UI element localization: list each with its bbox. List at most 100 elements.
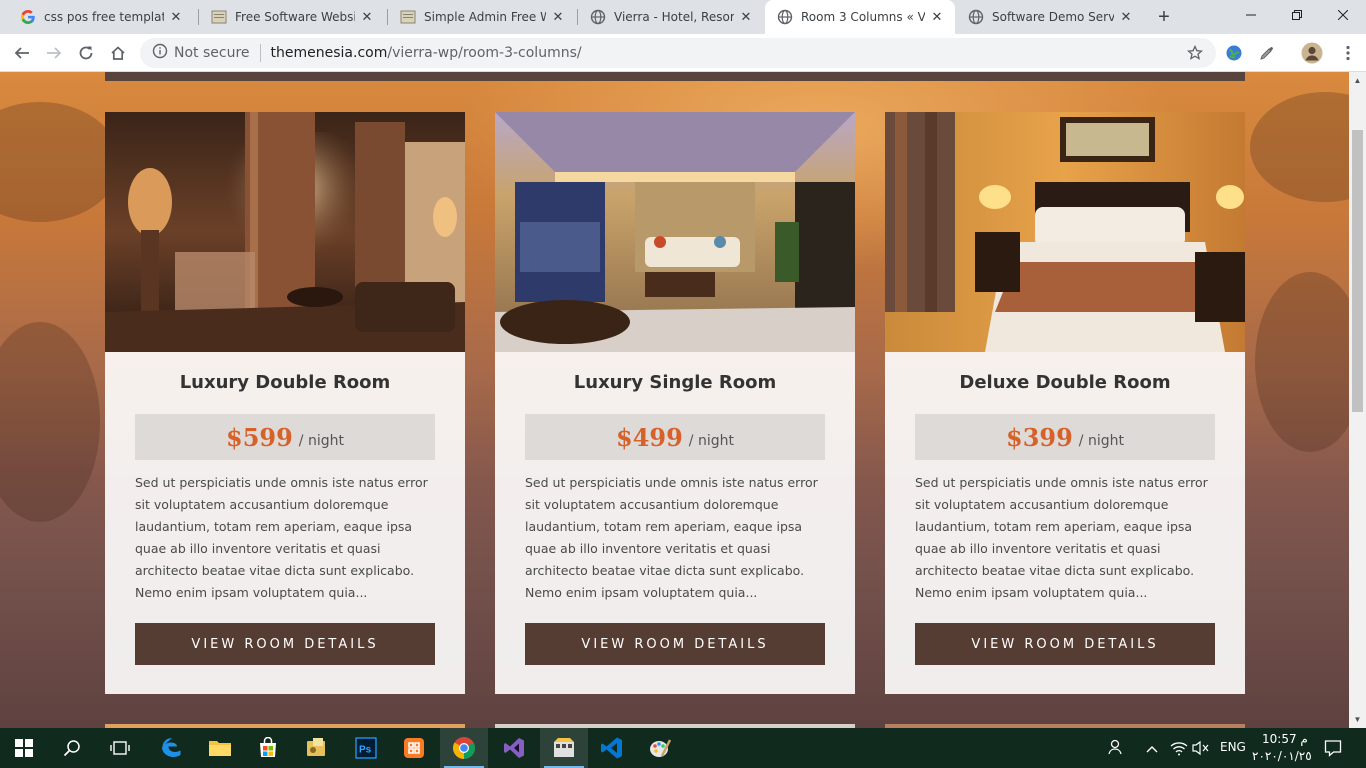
close-icon[interactable]: ✕ bbox=[738, 9, 754, 25]
url-path: /vierra-wp/room-3-columns/ bbox=[387, 45, 582, 61]
restore-button[interactable] bbox=[1274, 0, 1320, 30]
room-card: Deluxe Double Room $399 / night Sed ut p… bbox=[885, 112, 1245, 694]
eyedropper-icon[interactable] bbox=[1255, 41, 1279, 65]
photoshop-icon[interactable]: Ps bbox=[342, 728, 390, 768]
task-view-icon[interactable] bbox=[96, 728, 144, 768]
price-box: $499 / night bbox=[525, 414, 825, 460]
browser-tab[interactable]: Software Demo Server - ✕ bbox=[956, 0, 1144, 34]
scrollbar-thumb[interactable] bbox=[1352, 130, 1363, 412]
file-explorer-icon[interactable] bbox=[196, 728, 244, 768]
address-bar[interactable]: Not secure themenesia.com/vierra-wp/room… bbox=[140, 38, 1216, 68]
app-icon[interactable] bbox=[292, 728, 340, 768]
tab-label: Free Software Website T bbox=[235, 10, 355, 24]
close-icon[interactable]: ✕ bbox=[359, 9, 375, 25]
security-label[interactable]: Not secure bbox=[174, 45, 250, 61]
tab-label: Room 3 Columns « Vier bbox=[801, 10, 925, 24]
globe-icon bbox=[777, 9, 793, 25]
room-title[interactable]: Luxury Single Room bbox=[495, 372, 855, 393]
browser-tab-bar: css pos free templates - ✕ Free Software… bbox=[0, 0, 1366, 34]
google-icon bbox=[20, 9, 36, 25]
browser-tab[interactable]: css pos free templates - ✕ bbox=[8, 0, 194, 34]
tab-label: Software Demo Server - bbox=[992, 10, 1114, 24]
search-icon[interactable] bbox=[48, 728, 96, 768]
clock-date[interactable]: ٢٠٢٠/٠١/٢٥ bbox=[1252, 749, 1312, 763]
vertical-scrollbar[interactable]: ▲ ▼ bbox=[1349, 72, 1366, 728]
info-icon[interactable] bbox=[152, 43, 168, 64]
scroll-up-arrow-icon[interactable]: ▲ bbox=[1349, 72, 1366, 89]
extension-globe-icon[interactable] bbox=[1222, 41, 1246, 65]
visual-studio-icon[interactable] bbox=[490, 728, 538, 768]
browser-tab[interactable]: Free Software Website T ✕ bbox=[199, 0, 385, 34]
view-room-details-button[interactable]: VIEW ROOM DETAILS bbox=[525, 623, 825, 665]
price-amount: $399 bbox=[1006, 422, 1073, 452]
store-icon[interactable] bbox=[244, 728, 292, 768]
edge-icon[interactable] bbox=[148, 728, 196, 768]
room-card: Luxury Double Room $599 / night Sed ut p… bbox=[105, 112, 465, 694]
chevron-up-icon[interactable] bbox=[1146, 741, 1158, 759]
wifi-icon[interactable] bbox=[1170, 740, 1188, 761]
room-title[interactable]: Luxury Double Room bbox=[105, 372, 465, 393]
speaker-muted-icon[interactable] bbox=[1192, 740, 1210, 761]
page-icon bbox=[400, 9, 416, 25]
globe-icon bbox=[590, 9, 606, 25]
price-unit: / night bbox=[688, 433, 734, 449]
scroll-down-arrow-icon[interactable]: ▼ bbox=[1349, 711, 1366, 728]
tab-label: css pos free templates - bbox=[44, 10, 164, 24]
view-room-details-button[interactable]: VIEW ROOM DETAILS bbox=[135, 623, 435, 665]
globe-icon bbox=[968, 9, 984, 25]
room-description: Sed ut perspiciatis unde omnis iste natu… bbox=[915, 475, 1208, 600]
price-unit: / night bbox=[1078, 433, 1124, 449]
people-icon[interactable] bbox=[1108, 738, 1126, 761]
menu-kebab-icon[interactable] bbox=[1336, 41, 1360, 65]
back-button[interactable] bbox=[10, 41, 34, 65]
room-photo-suite[interactable] bbox=[495, 112, 855, 352]
room-photo-lobby[interactable] bbox=[105, 112, 465, 352]
profile-avatar[interactable] bbox=[1300, 41, 1324, 65]
room-photo-bedroom[interactable] bbox=[885, 112, 1245, 352]
page-viewport: Luxury Double Room $599 / night Sed ut p… bbox=[0, 72, 1366, 728]
page-icon bbox=[211, 9, 227, 25]
bookmark-star-icon[interactable] bbox=[1183, 41, 1207, 65]
vscode-icon[interactable] bbox=[588, 728, 636, 768]
room-description: Sed ut perspiciatis unde omnis iste natu… bbox=[135, 475, 428, 600]
header-bar bbox=[105, 72, 1245, 81]
reload-button[interactable] bbox=[74, 41, 98, 65]
home-button[interactable] bbox=[106, 41, 130, 65]
url-domain: themenesia.com bbox=[270, 45, 388, 61]
close-icon[interactable]: ✕ bbox=[1118, 9, 1134, 25]
divider bbox=[259, 44, 261, 62]
browser-tab[interactable]: Simple Admin Free Web ✕ bbox=[388, 0, 576, 34]
browser-toolbar: Not secure themenesia.com/vierra-wp/room… bbox=[0, 34, 1366, 72]
paint-icon[interactable] bbox=[636, 728, 684, 768]
price-box: $399 / night bbox=[915, 414, 1215, 460]
app-icon[interactable] bbox=[540, 728, 588, 768]
room-description: Sed ut perspiciatis unde omnis iste natu… bbox=[525, 475, 818, 600]
close-icon[interactable]: ✕ bbox=[168, 9, 184, 25]
chrome-icon[interactable] bbox=[440, 728, 488, 768]
clock-time[interactable]: 10:57 م bbox=[1262, 732, 1308, 746]
forward-button[interactable] bbox=[42, 41, 66, 65]
room-card: Luxury Single Room $499 / night Sed ut p… bbox=[495, 112, 855, 694]
tab-label: Simple Admin Free Web bbox=[424, 10, 546, 24]
price-unit: / night bbox=[298, 433, 344, 449]
notification-icon[interactable] bbox=[1324, 739, 1342, 762]
price-amount: $499 bbox=[616, 422, 683, 452]
language-indicator[interactable]: ENG bbox=[1220, 740, 1246, 754]
xampp-icon[interactable] bbox=[390, 728, 438, 768]
new-tab-button[interactable]: + bbox=[1152, 5, 1176, 29]
close-icon[interactable]: ✕ bbox=[929, 9, 945, 25]
price-amount: $599 bbox=[226, 422, 293, 452]
windows-taskbar: Ps ENG 10:57 م ٢٠٢٠/٠١/٢٥ bbox=[0, 728, 1366, 768]
browser-tab-active[interactable]: Room 3 Columns « Vier ✕ bbox=[765, 0, 955, 34]
start-button[interactable] bbox=[0, 728, 48, 768]
svg-text:Ps: Ps bbox=[359, 745, 372, 756]
minimize-button[interactable] bbox=[1228, 0, 1274, 30]
url-text[interactable]: themenesia.com/vierra-wp/room-3-columns/ bbox=[271, 45, 582, 61]
close-window-button[interactable] bbox=[1320, 0, 1366, 30]
close-icon[interactable]: ✕ bbox=[550, 9, 566, 25]
browser-tab[interactable]: Vierra - Hotel, Resort, In ✕ bbox=[578, 0, 764, 34]
price-box: $599 / night bbox=[135, 414, 435, 460]
view-room-details-button[interactable]: VIEW ROOM DETAILS bbox=[915, 623, 1215, 665]
room-title[interactable]: Deluxe Double Room bbox=[885, 372, 1245, 393]
tab-label: Vierra - Hotel, Resort, In bbox=[614, 10, 734, 24]
